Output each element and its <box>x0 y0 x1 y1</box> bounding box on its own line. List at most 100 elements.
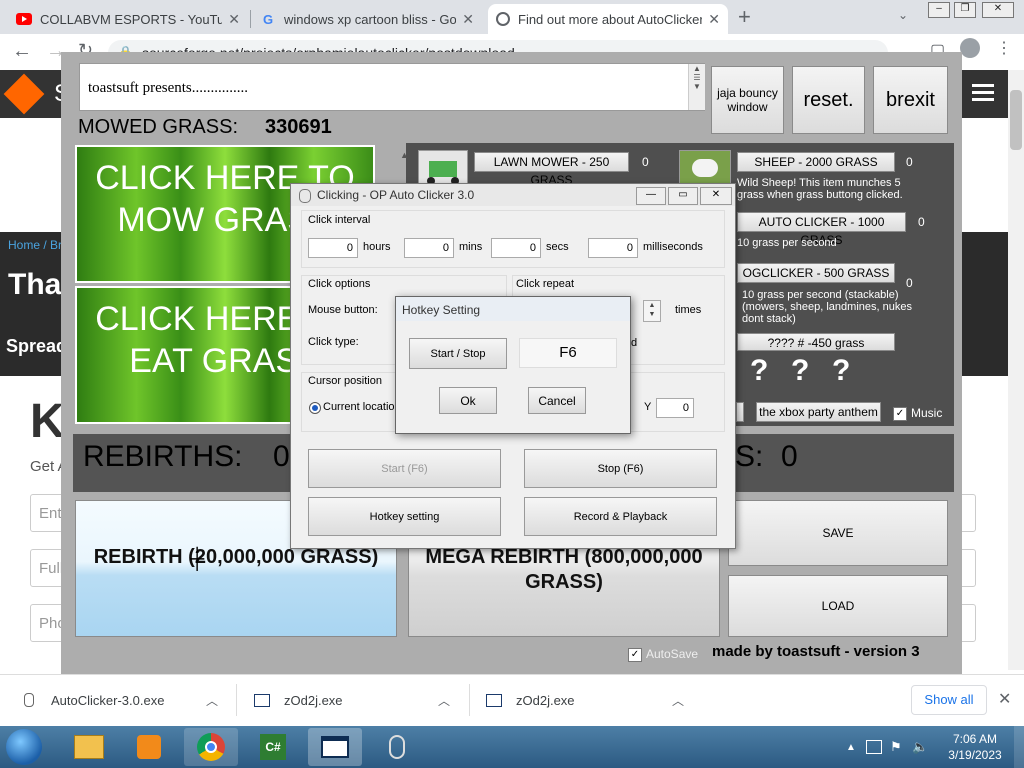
close-window-icon[interactable]: ✕ <box>982 2 1014 18</box>
autosave-label: AutoSave <box>646 647 699 661</box>
close-download-bar-icon[interactable]: ✕ <box>998 689 1011 709</box>
csharp-app-icon[interactable]: C# <box>246 728 300 766</box>
start-button[interactable]: Start (F6) <box>308 449 501 488</box>
stop-button[interactable]: Stop (F6) <box>524 449 717 488</box>
google-icon: G <box>262 11 274 27</box>
lawn-mower-buy-button[interactable]: LAWN MOWER - 250 GRASS <box>474 152 629 187</box>
show-desktop-button[interactable] <box>1014 726 1024 768</box>
back-icon[interactable]: ← <box>12 40 32 63</box>
milliseconds-input[interactable]: 0 <box>588 238 638 258</box>
explorer-icon[interactable] <box>62 728 116 766</box>
click-options-label: Click options <box>308 278 371 290</box>
y-input[interactable]: 0 <box>656 398 694 418</box>
tray-arrow-icon[interactable]: ▲ <box>846 742 856 753</box>
milliseconds-label: milliseconds <box>643 241 703 253</box>
chevron-up-icon[interactable]: ︿ <box>206 692 218 709</box>
tab-google[interactable]: G windows xp cartoon bliss - Goog ✕ <box>252 4 482 34</box>
menu-kebab-icon[interactable]: ⋮ <box>996 38 1012 58</box>
taskbar-clock[interactable]: 7:06 AM 3/19/2023 <box>940 731 1010 763</box>
mouse-app-icon[interactable] <box>370 728 424 766</box>
tab-youtube[interactable]: COLLABVM ESPORTS - YouTube ✕ <box>8 4 248 34</box>
mega-rebirths-value: 0 <box>781 440 798 473</box>
start-button-icon[interactable] <box>6 729 42 765</box>
cancel-button[interactable]: Cancel <box>528 387 586 414</box>
mowed-grass-value: 330691 <box>265 116 332 138</box>
show-all-button[interactable]: Show all <box>911 685 987 715</box>
music-checkbox[interactable]: ✓ <box>893 407 907 421</box>
window-app-icon[interactable] <box>308 728 362 766</box>
mins-input[interactable]: 0 <box>404 238 454 258</box>
minimize-icon[interactable]: – <box>928 2 950 18</box>
hotkey-setting-button[interactable]: Hotkey setting <box>308 497 501 536</box>
chevron-up-icon[interactable]: ︿ <box>672 692 684 709</box>
tab-autoclicker[interactable]: Find out more about AutoClicker ✕ <box>488 4 728 34</box>
site-body-heading: K <box>30 395 65 448</box>
media-player-icon[interactable] <box>122 728 176 766</box>
download-item-zod2j-1[interactable]: zOd2j.exe ︿ <box>254 674 454 726</box>
exe-file-icon <box>486 693 502 707</box>
maximize-icon[interactable]: ▭ <box>668 187 698 205</box>
chrome-icon[interactable] <box>184 728 238 766</box>
repeat-spinner-icon[interactable]: ▲ ▼ <box>643 300 661 322</box>
clock-date: 3/19/2023 <box>948 748 1002 762</box>
current-location-radio[interactable] <box>309 402 321 414</box>
secs-input[interactable]: 0 <box>491 238 541 258</box>
record-playback-button[interactable]: Record & Playback <box>524 497 717 536</box>
close-icon[interactable]: ✕ <box>708 11 720 28</box>
page-scrollbar[interactable] <box>1008 70 1024 670</box>
textbox-scrollbar[interactable]: ▲ ☰ ▼ <box>688 64 705 110</box>
mega-rebirths-label-fragment: S: <box>735 440 764 473</box>
click-interval-label: Click interval <box>308 214 371 226</box>
action-center-flag-icon[interactable]: ⚑ <box>890 739 902 755</box>
sheep-buy-button[interactable]: SHEEP - 2000 GRASS <box>737 152 895 172</box>
hotkey-value[interactable]: F6 <box>519 338 617 368</box>
save-button[interactable]: SAVE <box>728 500 948 566</box>
auto-clicker-description: 10 grass per second <box>737 237 837 249</box>
breadcrumb[interactable]: Home / Br <box>8 238 62 252</box>
tab-search-chevron-icon[interactable]: ⌄ <box>898 8 908 22</box>
xbox-party-anthem-button[interactable]: the xbox party anthem <box>756 402 881 422</box>
rebirths-label: REBIRTHS: <box>83 440 243 473</box>
hotkey-title: Hotkey Setting <box>402 303 481 317</box>
youtube-icon <box>16 13 32 25</box>
restore-icon[interactable]: ❐ <box>954 2 976 18</box>
start-stop-hotkey-button[interactable]: Start / Stop <box>409 338 507 369</box>
sheep-count: 0 <box>906 155 913 169</box>
autosave-checkbox[interactable]: ✓ <box>628 648 642 662</box>
hours-input[interactable]: 0 <box>308 238 358 258</box>
reset-button[interactable]: reset. <box>792 66 865 134</box>
download-item-autoclicker[interactable]: AutoClicker-3.0.exe ︿ <box>24 674 224 726</box>
music-label: Music <box>911 406 943 420</box>
site-spread-text: Spread <box>6 336 68 356</box>
hidden-shop-button[interactable] <box>736 402 744 422</box>
new-tab-icon[interactable]: + <box>738 4 751 30</box>
mystery-buy-button[interactable]: ???? # -450 grass <box>737 333 895 351</box>
current-location-label: Current location <box>323 401 401 413</box>
close-icon[interactable]: ✕ <box>700 187 732 205</box>
minimize-icon[interactable]: — <box>636 187 666 205</box>
load-button[interactable]: LOAD <box>728 575 948 637</box>
tab-divider <box>250 10 251 28</box>
close-icon[interactable]: ✕ <box>228 11 240 28</box>
mowed-grass-label: MOWED GRASS: <box>78 116 239 138</box>
ogclicker-buy-button[interactable]: OGCLICKER - 500 GRASS <box>737 263 895 283</box>
auto-clicker-buy-button[interactable]: AUTO CLICKER - 1000 GRASS <box>737 212 906 247</box>
y-label: Y <box>644 401 652 413</box>
ok-button[interactable]: Ok <box>439 387 497 414</box>
brexit-button[interactable]: brexit <box>873 66 948 134</box>
auto-clicker-count: 0 <box>918 215 925 229</box>
page-scrollbar-thumb[interactable] <box>1010 90 1022 150</box>
presents-textbox[interactable]: toastsuft presents............... <box>79 63 705 111</box>
close-icon[interactable]: ✕ <box>462 11 474 28</box>
download-item-zod2j-2[interactable]: zOd2j.exe ︿ <box>486 674 686 726</box>
tab-title: windows xp cartoon bliss - Goog <box>284 11 457 27</box>
network-icon[interactable] <box>866 740 882 754</box>
jaja-bouncy-window-button[interactable]: jaja bouncy window <box>711 66 784 134</box>
shop-scroll-arrow-icon[interactable]: ▲ <box>400 150 409 160</box>
chevron-up-icon[interactable]: ︿ <box>438 692 450 709</box>
hamburger-menu-icon[interactable] <box>972 84 994 102</box>
lawn-mower-count: 0 <box>642 155 649 169</box>
profile-avatar-icon[interactable] <box>960 38 980 58</box>
volume-icon[interactable]: 🔈 <box>912 739 928 755</box>
download-filename: AutoClicker-3.0.exe <box>51 692 165 708</box>
